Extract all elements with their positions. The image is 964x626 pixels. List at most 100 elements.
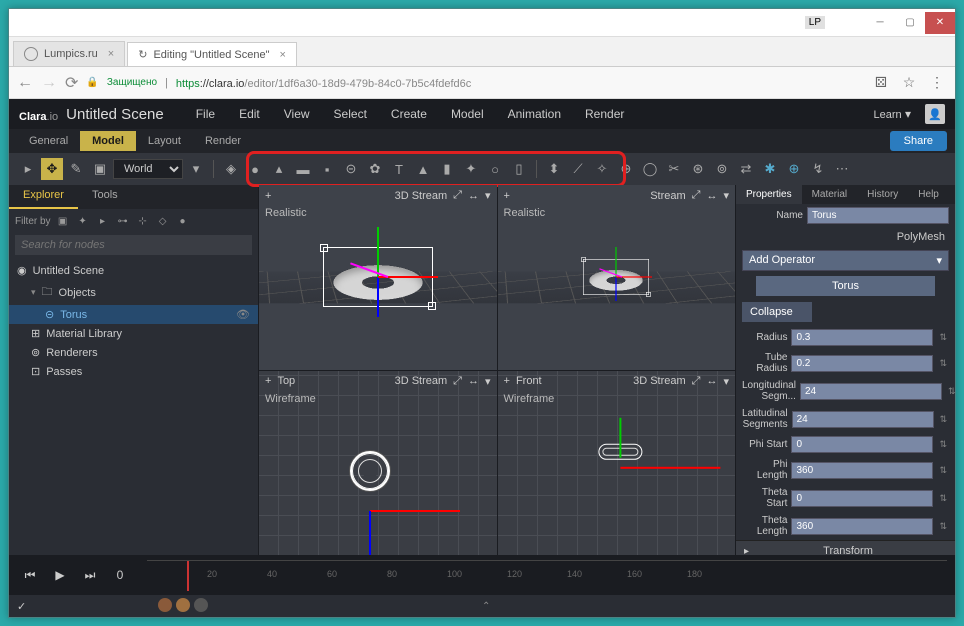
prim-circle-icon[interactable]: ○: [484, 158, 506, 180]
collapse-button[interactable]: Collapse: [742, 302, 812, 322]
menu-select[interactable]: Select: [322, 107, 379, 121]
view-mode-label[interactable]: Realistic: [504, 207, 546, 219]
timeline-ruler[interactable]: 20406080100120140160180: [147, 560, 947, 590]
maximize-button[interactable]: ▢: [895, 12, 925, 34]
back-icon[interactable]: ←: [17, 74, 33, 92]
timeline-cursor[interactable]: [187, 561, 189, 591]
arrows-icon[interactable]: ↔: [706, 375, 717, 387]
prim-pyramid-icon[interactable]: ▲: [412, 158, 434, 180]
node-renderers[interactable]: ⊚Renderers: [9, 343, 258, 362]
tab-lumpics[interactable]: Lumpics.ru ×: [13, 41, 125, 66]
tool-more-icon[interactable]: ⋯: [831, 158, 853, 180]
dropdown-icon[interactable]: ▾: [185, 158, 207, 180]
arrows-icon[interactable]: ↔: [706, 190, 717, 202]
node-matlib[interactable]: ⊞Material Library: [9, 324, 258, 343]
add-operator-dropdown[interactable]: Add Operator▾: [742, 250, 949, 271]
viewport-front[interactable]: +Front3D Stream ⤢ ↔ ▾ Wireframe: [498, 371, 736, 556]
menu-create[interactable]: Create: [379, 107, 439, 121]
tab-layout[interactable]: Layout: [136, 131, 193, 151]
material-tab[interactable]: Material: [802, 185, 858, 204]
tab-render[interactable]: Render: [193, 131, 253, 151]
tool-bevel-icon[interactable]: ⟋: [567, 158, 589, 180]
help-tab[interactable]: Help: [908, 185, 949, 204]
node-passes[interactable]: ⊡Passes: [9, 362, 258, 381]
prim-cone-icon[interactable]: ▴: [268, 158, 290, 180]
tool-sub-icon[interactable]: ↯: [807, 158, 829, 180]
translate-icon[interactable]: ⚄: [871, 74, 891, 91]
prim-sphere-icon[interactable]: ●: [244, 158, 266, 180]
node-objects[interactable]: ▾🗀Objects: [9, 280, 258, 305]
view-mode-label[interactable]: Wireframe: [504, 393, 555, 405]
prim-capsule-icon[interactable]: ▯: [508, 158, 530, 180]
scale-tool-icon[interactable]: ▣: [89, 158, 111, 180]
spinner-icon[interactable]: ⇅: [937, 465, 949, 476]
url-field[interactable]: https://clara.io/editor/1df6a30-18d9-479…: [176, 76, 863, 90]
explorer-tab[interactable]: Explorer: [9, 185, 78, 209]
prim-torus-icon[interactable]: ⊝: [340, 158, 362, 180]
menu-model[interactable]: Model: [439, 107, 496, 121]
select-tool-icon[interactable]: ▸: [17, 158, 39, 180]
tab-clara[interactable]: ↻ Editing "Untitled Scene" ×: [127, 42, 297, 66]
menu-file[interactable]: File: [184, 107, 227, 121]
close-tab-icon[interactable]: ×: [108, 48, 114, 60]
prim-polyhedron-icon[interactable]: ◈: [220, 158, 242, 180]
tool-bridge-icon[interactable]: ⊕: [615, 158, 637, 180]
expand-icon[interactable]: ⤢: [453, 375, 462, 388]
history-tab[interactable]: History: [857, 185, 908, 204]
tab-general[interactable]: General: [17, 131, 80, 151]
skip-start-icon[interactable]: ⏮: [17, 564, 43, 586]
spinner-icon[interactable]: ⇅: [937, 493, 949, 504]
learn-menu[interactable]: Learn ▾: [874, 107, 912, 121]
user-avatar[interactable]: 👤: [925, 104, 945, 124]
prop-input[interactable]: [791, 436, 933, 453]
skip-end-icon[interactable]: ⏭: [77, 564, 103, 586]
tool-add-icon[interactable]: ⊕: [783, 158, 805, 180]
prop-input[interactable]: [791, 355, 933, 372]
viewport-top[interactable]: +Top3D Stream ⤢ ↔ ▾ Wireframe: [259, 371, 497, 556]
arrows-icon[interactable]: ↔: [468, 190, 479, 202]
menu-render[interactable]: Render: [573, 107, 636, 121]
view-mode-label[interactable]: Wireframe: [265, 393, 316, 405]
filter-mat-icon[interactable]: ●: [175, 213, 191, 229]
spinner-icon[interactable]: ⇅: [937, 332, 949, 343]
prop-input[interactable]: [791, 329, 933, 346]
expand-icon[interactable]: ⤢: [692, 189, 701, 202]
tool-extrude-icon[interactable]: ⬍: [543, 158, 565, 180]
visibility-icon[interactable]: 👁: [236, 308, 250, 321]
move-tool-icon[interactable]: ✥: [41, 158, 63, 180]
menu-view[interactable]: View: [272, 107, 322, 121]
prim-box-icon[interactable]: ▮: [436, 158, 458, 180]
filter-cam-icon[interactable]: ▸: [95, 213, 111, 229]
tool-bool-icon[interactable]: ✱: [759, 158, 781, 180]
prop-input[interactable]: [792, 411, 934, 428]
close-button[interactable]: ✕: [925, 12, 955, 34]
view-mode-label[interactable]: Realistic: [265, 207, 307, 219]
prim-text-icon[interactable]: T: [388, 158, 410, 180]
menu-edit[interactable]: Edit: [227, 107, 272, 121]
node-torus[interactable]: ⊝Torus👁: [9, 305, 258, 324]
prim-icosphere-icon[interactable]: ✦: [460, 158, 482, 180]
play-icon[interactable]: ▶: [47, 564, 73, 586]
tool-weld-icon[interactable]: ⊛: [687, 158, 709, 180]
filter-null-icon[interactable]: ◇: [155, 213, 171, 229]
operator-torus[interactable]: Torus: [756, 276, 935, 296]
forward-icon[interactable]: →: [41, 74, 57, 92]
tool-loop-icon[interactable]: ◯: [639, 158, 661, 180]
search-input[interactable]: [15, 235, 252, 255]
star-icon[interactable]: ☆: [899, 74, 919, 91]
arrows-icon[interactable]: ↔: [468, 375, 479, 387]
spinner-icon[interactable]: ⇅: [937, 439, 949, 450]
spinner-icon[interactable]: ⇅: [937, 358, 949, 369]
filter-link-icon[interactable]: ⊶: [115, 213, 131, 229]
menu-icon[interactable]: ⋮: [927, 74, 947, 91]
tab-model[interactable]: Model: [80, 131, 136, 151]
menu-animation[interactable]: Animation: [496, 107, 573, 121]
spinner-icon[interactable]: ⇅: [946, 386, 955, 397]
minimize-button[interactable]: ─: [865, 12, 895, 34]
expand-icon[interactable]: ⤢: [453, 189, 462, 202]
filter-bone-icon[interactable]: ⊹: [135, 213, 151, 229]
tools-tab[interactable]: Tools: [78, 185, 132, 209]
viewport-persp-2[interactable]: +Stream ⤢ ↔ ▾ Realistic: [498, 185, 736, 370]
chevron-up-icon[interactable]: ⌃: [482, 601, 490, 612]
tool-cut-icon[interactable]: ✂: [663, 158, 685, 180]
